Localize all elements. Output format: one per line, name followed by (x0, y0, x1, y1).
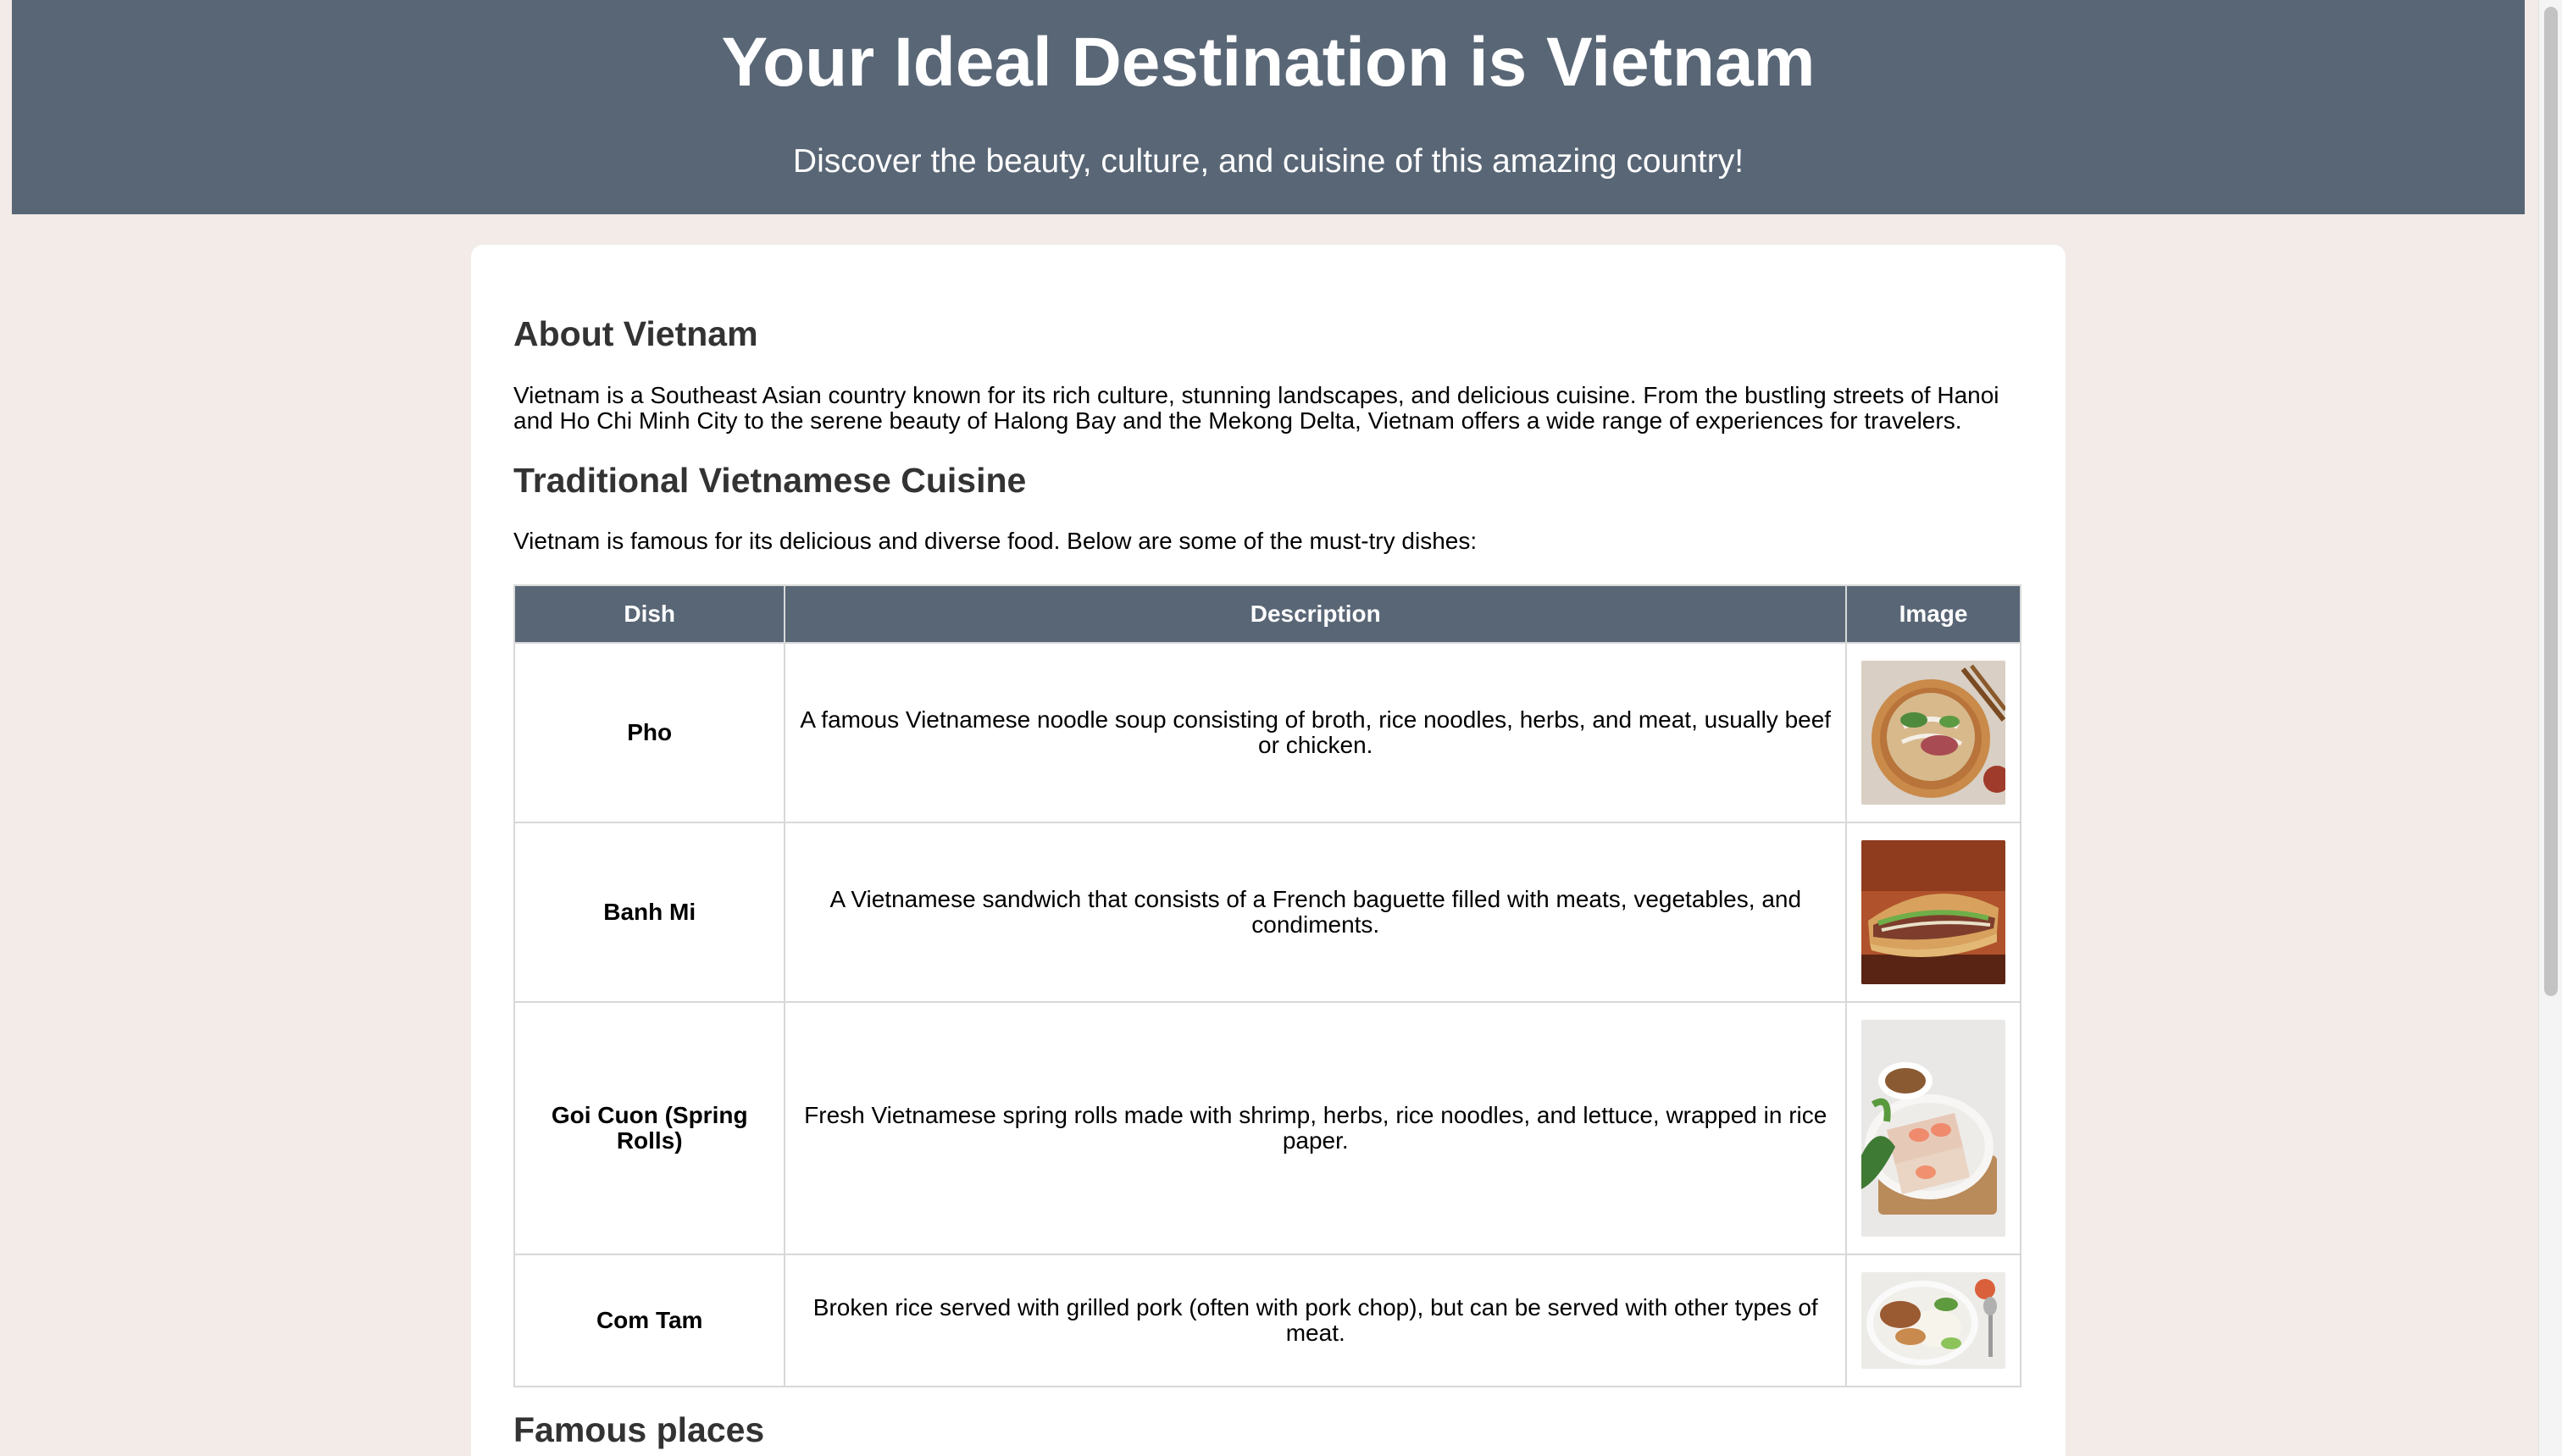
famous-places-heading: Famous places (513, 1410, 765, 1449)
cuisine-intro: Vietnam is famous for its delicious and … (513, 528, 1478, 554)
column-header-description: Description (784, 584, 1848, 644)
table-row: Banh Mi A Vietnamese sandwich that consi… (513, 822, 2021, 1003)
column-header-image: Image (1845, 584, 2021, 644)
dish-name: Banh Mi (513, 822, 786, 1003)
dish-name: Com Tam (513, 1254, 786, 1387)
pho-bowl-image (1861, 661, 2006, 805)
about-text: Vietnam is a Southeast Asian country kno… (513, 382, 1999, 434)
cuisine-table: Dish Description Image Pho A famous Viet… (513, 584, 2021, 1387)
dish-image-cell (1845, 1001, 2021, 1255)
column-header-dish: Dish (513, 584, 786, 644)
cuisine-heading: Traditional Vietnamese Cuisine (513, 461, 1027, 500)
page-title: Your Ideal Destination is Vietnam (721, 24, 1816, 101)
dish-name: Goi Cuon (Spring Rolls) (513, 1001, 786, 1255)
scrollbar-thumb[interactable] (2544, 7, 2558, 996)
about-heading: About Vietnam (513, 314, 758, 353)
com-tam-plate-image (1861, 1272, 2006, 1369)
dish-image-cell (1845, 1254, 2021, 1387)
dish-description: A famous Vietnamese noodle soup consisti… (784, 642, 1848, 823)
table-row: Pho A famous Vietnamese noodle soup cons… (513, 642, 2021, 823)
site-header: Your Ideal Destination is Vietnam Discov… (12, 0, 2525, 214)
dish-image-cell (1845, 822, 2021, 1003)
vertical-scrollbar[interactable] (2538, 0, 2562, 1456)
dish-image-cell (1845, 642, 2021, 823)
page-tagline: Discover the beauty, culture, and cuisin… (792, 143, 1744, 180)
spring-rolls-image (1861, 1020, 2006, 1237)
banh-mi-sandwich-image (1861, 840, 2006, 984)
page: Your Ideal Destination is Vietnam Discov… (0, 0, 2562, 1456)
dish-name: Pho (513, 642, 786, 823)
dish-description: Broken rice served with grilled pork (of… (784, 1254, 1848, 1387)
table-header-row: Dish Description Image (513, 584, 2021, 644)
table-row: Com Tam Broken rice served with grilled … (513, 1254, 2021, 1387)
table-row: Goi Cuon (Spring Rolls) Fresh Vietnamese… (513, 1001, 2021, 1255)
dish-description: Fresh Vietnamese spring rolls made with … (784, 1001, 1848, 1255)
dish-description: A Vietnamese sandwich that consists of a… (784, 822, 1848, 1003)
